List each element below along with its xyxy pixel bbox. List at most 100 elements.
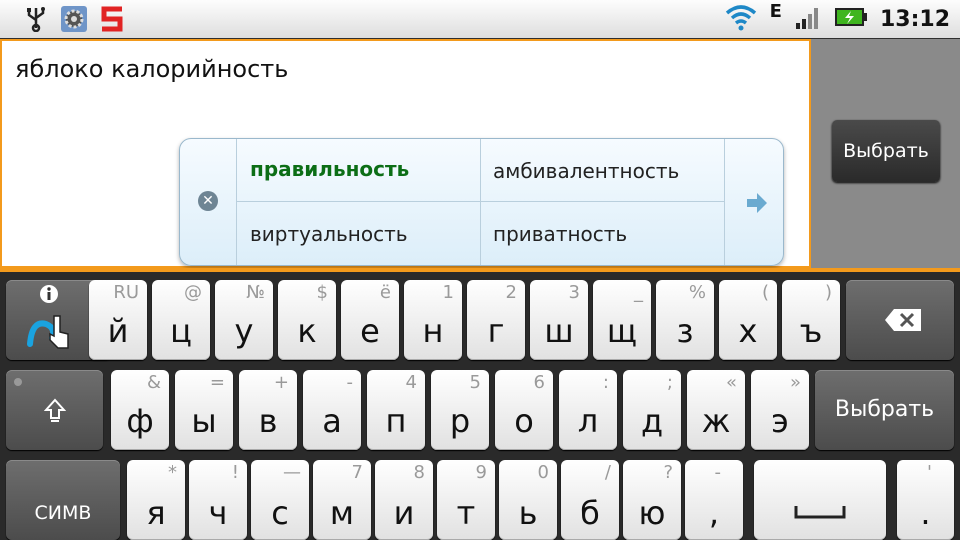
key-label: .	[920, 494, 931, 532]
key-label: в	[258, 402, 278, 440]
key-hint: -	[714, 462, 722, 483]
key-я[interactable]: * я	[127, 460, 185, 540]
key-hint: *	[168, 462, 177, 483]
key-hint: _	[634, 282, 643, 303]
key-hint: :	[602, 372, 609, 393]
key-hint: —	[283, 462, 301, 483]
key-с[interactable]: — с	[251, 460, 309, 540]
key-т[interactable]: 9т	[437, 460, 495, 540]
key-х[interactable]: (х	[719, 280, 777, 360]
key-label: м	[329, 494, 355, 532]
key-э[interactable]: » э	[751, 370, 809, 450]
key-в[interactable]: + в	[239, 370, 297, 450]
suggestion-item[interactable]: правильность	[250, 157, 409, 181]
key-comma[interactable]: -,	[685, 460, 743, 540]
key-ц[interactable]: @ ц	[152, 280, 210, 360]
suggestion-popup: ✕ правильность амбивалентность виртуальн…	[179, 138, 784, 266]
key-hint: 3	[568, 282, 580, 303]
key-р[interactable]: 5р	[431, 370, 489, 450]
key-label: я	[146, 494, 166, 532]
key-г[interactable]: 2г	[467, 280, 525, 360]
key-label: у	[234, 312, 254, 350]
wifi-icon	[724, 3, 758, 35]
clock: 13:12	[879, 6, 950, 32]
key-ж[interactable]: «ж	[687, 370, 745, 450]
key-hint: ?	[663, 462, 673, 483]
key-label: й	[107, 312, 129, 350]
key-ю[interactable]: ? ю	[623, 460, 681, 540]
key-п[interactable]: 4п	[367, 370, 425, 450]
key-hint: 0	[537, 462, 549, 483]
key-label: ъ	[799, 312, 823, 350]
settings-icon	[60, 5, 88, 33]
key-hint: ;	[666, 372, 673, 393]
key-е[interactable]: ёе	[341, 280, 399, 360]
suggestion-item[interactable]: приватность	[493, 222, 627, 246]
key-label: ф	[126, 402, 154, 440]
key-hint: &	[146, 372, 161, 393]
key-з[interactable]: % з	[656, 280, 714, 360]
key-к[interactable]: $ к	[278, 280, 336, 360]
arrow-right-icon[interactable]	[745, 191, 769, 215]
network-type-label: E	[769, 0, 782, 22]
key-label: ы	[191, 402, 217, 440]
key-hint: =	[209, 372, 225, 393]
key-у[interactable]: № у	[215, 280, 273, 360]
key-й[interactable]: RU й	[89, 280, 147, 360]
s-app-icon	[98, 5, 126, 33]
key-ш[interactable]: 3ш	[530, 280, 588, 360]
key-и[interactable]: 8и	[375, 460, 433, 540]
key-hint: 2	[505, 282, 517, 303]
backspace-key[interactable]	[846, 280, 954, 360]
key-hint: $	[316, 282, 328, 303]
key-н[interactable]: 1н	[404, 280, 462, 360]
key-label: т	[456, 494, 476, 532]
key-hint: !	[231, 462, 239, 483]
suggestion-item[interactable]: виртуальность	[250, 222, 408, 246]
key-hint: 9	[475, 462, 487, 483]
key-hint: @	[184, 282, 202, 303]
backspace-icon	[884, 308, 922, 336]
signal-icon	[794, 5, 822, 33]
key-label: ж	[701, 402, 731, 440]
key-м[interactable]: 7м	[313, 460, 371, 540]
select-key-label: Выбрать	[834, 397, 935, 422]
key-hint: 1	[442, 282, 454, 303]
key-hint: RU	[113, 282, 139, 303]
key-hint: -	[346, 372, 354, 393]
key-д[interactable]: ; д	[623, 370, 681, 450]
select-key[interactable]: Выбрать	[815, 370, 954, 450]
key-ъ[interactable]: ) ъ	[782, 280, 840, 360]
key-л[interactable]: :л	[559, 370, 617, 450]
suggestion-item[interactable]: амбивалентность	[493, 159, 679, 183]
select-button[interactable]: Выбрать	[832, 120, 940, 182]
key-label: д	[640, 402, 664, 440]
key-б[interactable]: / б	[561, 460, 619, 540]
caps-indicator	[14, 378, 22, 386]
key-hint: /	[604, 462, 611, 483]
key-hint: 5	[469, 372, 481, 393]
key-hint: №	[246, 282, 265, 303]
key-label: с	[271, 494, 289, 532]
key-а[interactable]: -а	[303, 370, 361, 450]
key-hint: '	[927, 462, 932, 483]
space-key[interactable]	[754, 460, 886, 540]
key-label: б	[580, 494, 600, 532]
key-label: з	[676, 312, 694, 350]
key-label: а	[322, 402, 342, 440]
key-label: г	[487, 312, 505, 350]
key-ф[interactable]: & ф	[111, 370, 169, 450]
key-щ[interactable]: _ щ	[593, 280, 651, 360]
key-ь[interactable]: 0ь	[499, 460, 557, 540]
key-period[interactable]: '.	[897, 460, 954, 540]
key-ч[interactable]: ! ч	[189, 460, 247, 540]
usb-icon	[22, 5, 50, 33]
key-label: щ	[606, 312, 638, 350]
key-ы[interactable]: = ы	[175, 370, 233, 450]
symbols-key[interactable]: СИМВ	[6, 460, 120, 540]
shift-key[interactable]	[6, 370, 103, 450]
key-hint: +	[273, 372, 289, 393]
close-icon[interactable]: ✕	[198, 191, 218, 211]
key-о[interactable]: 6о	[495, 370, 553, 450]
keyboard: RU й @ ц № у $ к ёе 1н 2г 3ш _ щ % з (х ) ъ & ф …	[0, 268, 960, 540]
